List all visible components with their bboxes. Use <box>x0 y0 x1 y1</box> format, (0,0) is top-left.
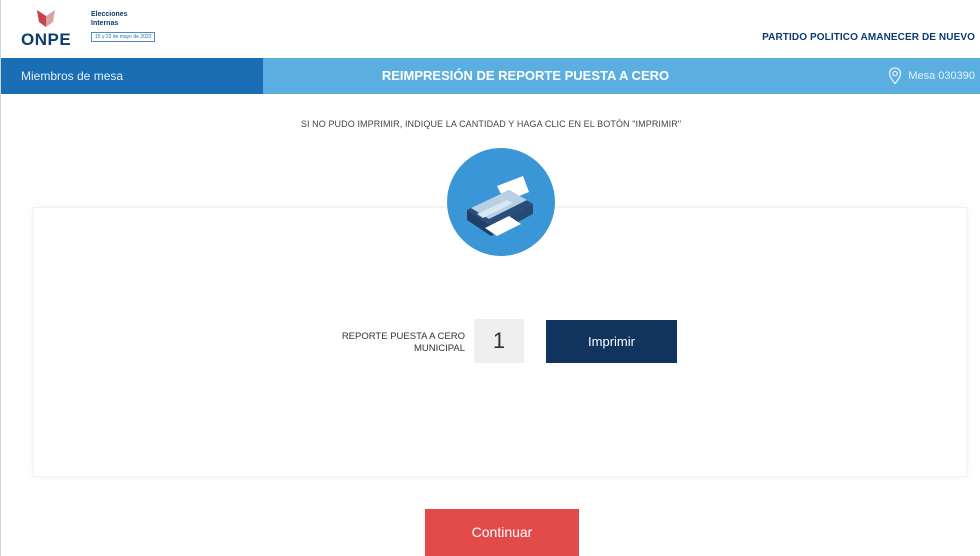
logo-text: ONPE <box>21 30 72 49</box>
title-bar: Miembros de mesa REIMPRESIÓN DE REPORTE … <box>1 58 980 94</box>
logo-subtitle-line1: Elecciones <box>91 11 128 18</box>
party-name: PARTIDO POLITICO AMANECER DE NUEVO <box>762 32 975 43</box>
report-label-line2: MUNICIPAL <box>413 343 465 354</box>
mesa-indicator: Mesa 030390 <box>888 67 975 85</box>
page: ONPE Elecciones Internas 15 y 22 de mayo… <box>0 0 980 556</box>
section-label: Miembros de mesa <box>21 69 124 83</box>
quantity-input[interactable]: 1 <box>474 319 524 363</box>
page-title: REIMPRESIÓN DE REPORTE PUESTA A CERO <box>381 68 670 83</box>
printer-icon <box>467 176 533 236</box>
section-tab: Miembros de mesa <box>1 58 263 94</box>
report-label-line1: REPORTE PUESTA A CERO <box>341 331 465 342</box>
printer-badge <box>447 148 555 256</box>
print-button[interactable]: Imprimir <box>546 320 677 363</box>
continue-button[interactable]: Continuar <box>425 509 579 556</box>
mesa-label: Mesa 030390 <box>908 70 975 82</box>
logo-subtitle-line2: Internas <box>91 20 119 27</box>
onpe-logo: ONPE Elecciones Internas 15 y 22 de mayo… <box>19 8 179 52</box>
logo-emblem-icon <box>37 10 55 27</box>
logo-date: 15 y 22 de mayo de 2022 <box>91 32 156 42</box>
location-pin-icon <box>889 67 902 85</box>
instruction-text: SI NO PUDO IMPRIMIR, INDIQUE LA CANTIDAD… <box>300 119 682 129</box>
report-label: REPORTE PUESTA A CERO MUNICIPAL <box>275 331 465 355</box>
header: ONPE Elecciones Internas 15 y 22 de mayo… <box>1 0 980 58</box>
